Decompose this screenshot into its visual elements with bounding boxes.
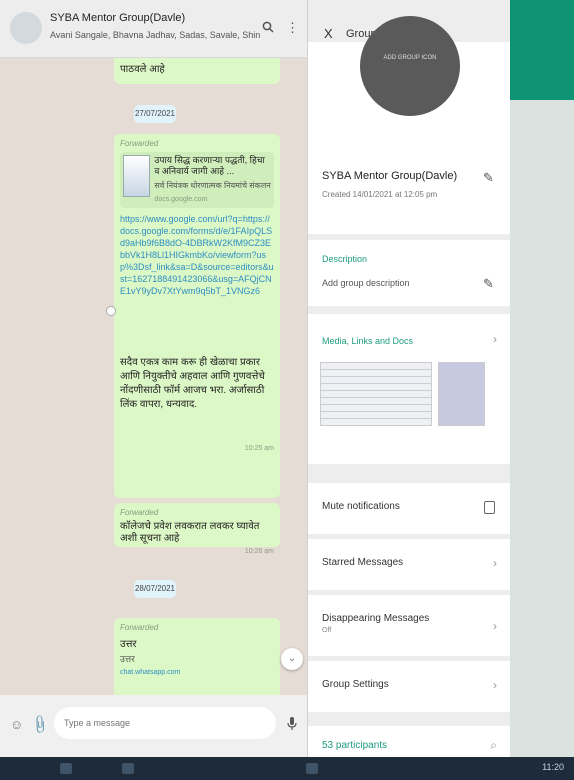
group-info-panel: X Group info ADD GROUP ICON SYBA Mentor … [307,0,510,757]
date-separator: 27/07/2021 [134,105,176,123]
preview-thumbnail [123,155,151,197]
message-bubble[interactable]: Forwarded उपाय सिद्ध करणाऱ्या पद्धती, हि… [114,134,280,498]
row-label: Group Settings [322,679,389,690]
chevron-down-icon: ⌄ [287,653,297,664]
chat-members: Avani Sangale, Bhavna Jadhav, Sadas, Sav… [50,30,260,40]
app-accent-band [510,0,574,100]
forwarded-label: Forwarded [120,139,159,148]
message-text: कॉलेजचे प्रवेश लवकरात लवकर घ्यावेत अशी स… [120,521,260,544]
more-vert-icon[interactable]: ⋮ [286,20,299,36]
preview-domain: docs.google.com [154,196,208,203]
row-sublabel: Off [322,627,332,634]
description-value: Add group description [322,278,410,288]
chevron-right-icon: › [493,678,497,692]
description-card[interactable]: Description Add group description ✎ [308,240,510,306]
message-text: उत्तर [120,639,137,650]
media-thumbnail[interactable] [438,362,485,426]
group-photo[interactable]: ADD GROUP ICON [360,16,460,116]
selection-handle[interactable] [106,306,116,316]
date-separator: 28/07/2021 [134,580,176,598]
chat-header[interactable]: SYBA Mentor Group(Davle) Avani Sangale, … [0,0,307,58]
taskbar-app-icon[interactable] [306,763,318,774]
preview-description: सर्व नियंत्रक धोरणात्मक नियमांचे संकलन [154,181,271,190]
edit-name-pencil-icon[interactable]: ✎ [483,170,494,186]
message-link[interactable]: chat.whatsapp.com [120,667,274,679]
message-bubble-top[interactable]: पाठवले आहे [114,58,280,84]
message-composer: ☺ 📎 [0,695,307,757]
group-profile-card: ADD GROUP ICON SYBA Mentor Group(Davle) … [308,16,510,234]
message-time: 10:26 am [244,548,274,555]
search-icon[interactable] [262,20,274,36]
chevron-right-icon: › [493,556,497,570]
chevron-right-icon[interactable]: › [493,332,497,346]
preview-title: उपाय सिद्ध करणाऱ्या पद्धती, हिचा व अनिवा… [154,155,265,176]
scroll-down-button[interactable]: ⌄ [281,648,303,670]
message-text: सदैव एकत्र काम करू ही खेळाचा प्रकार आणि … [120,357,265,410]
disappearing-messages-row[interactable]: Disappearing Messages Off › [308,594,510,656]
media-card[interactable]: Media, Links and Docs › [308,314,510,464]
starred-messages-row[interactable]: Starred Messages › [308,538,510,590]
message-link[interactable]: https://www.google.com/url?q=https://doc… [120,213,274,348]
row-label: Mute notifications [322,501,400,512]
taskbar-app-icon[interactable] [122,763,134,774]
description-label: Description [322,254,368,264]
row-label: Disappearing Messages [322,613,430,624]
edit-description-pencil-icon[interactable]: ✎ [483,276,494,292]
close-icon[interactable]: X [324,26,333,41]
message-text: पाठवले आहे [120,64,165,75]
chat-title: SYBA Mentor Group(Davle) [50,12,186,24]
taskbar-app-icon[interactable] [60,763,72,774]
mic-icon[interactable] [287,717,297,734]
group-name: SYBA Mentor Group(Davle) [322,170,458,182]
message-text: उत्तर [120,654,135,664]
paperclip-icon[interactable]: 📎 [29,714,51,737]
taskbar: 11:20 [0,757,574,780]
participants-count: 53 participants [322,740,388,751]
app-background [510,100,574,757]
row-label: Starred Messages [322,557,404,568]
group-photo-label: ADD GROUP ICON [383,55,437,61]
group-avatar[interactable] [10,12,42,44]
message-bubble[interactable]: Forwarded उत्तर उत्तर chat.whatsapp.com [114,618,280,695]
message-input[interactable] [54,707,276,739]
chevron-right-icon: › [493,619,497,633]
group-created-date: Created 14/01/2021 at 12:05 pm [322,190,438,199]
media-thumbnail[interactable] [320,362,432,426]
mute-notifications-row[interactable]: Mute notifications [308,482,510,534]
message-bubble[interactable]: Forwarded कॉलेजचे प्रवेश लवकरात लवकर घ्य… [114,503,280,555]
link-preview[interactable]: उपाय सिद्ध करणाऱ्या पद्धती, हिचा व अनिवा… [120,152,274,208]
emoji-icon[interactable]: ☺ [10,717,23,732]
media-label: Media, Links and Docs [322,336,414,346]
participants-row[interactable]: 53 participants ⌕ [308,725,510,757]
message-time: 10:25 am [244,445,274,452]
taskbar-clock: 11:20 [542,762,564,772]
search-participants-icon[interactable]: ⌕ [490,738,497,753]
group-settings-row[interactable]: Group Settings › [308,660,510,712]
forwarded-label: Forwarded [120,508,159,517]
forwarded-label: Forwarded [120,623,159,632]
chat-panel: SYBA Mentor Group(Davle) Avani Sangale, … [0,0,307,757]
mute-checkbox[interactable] [484,501,495,514]
